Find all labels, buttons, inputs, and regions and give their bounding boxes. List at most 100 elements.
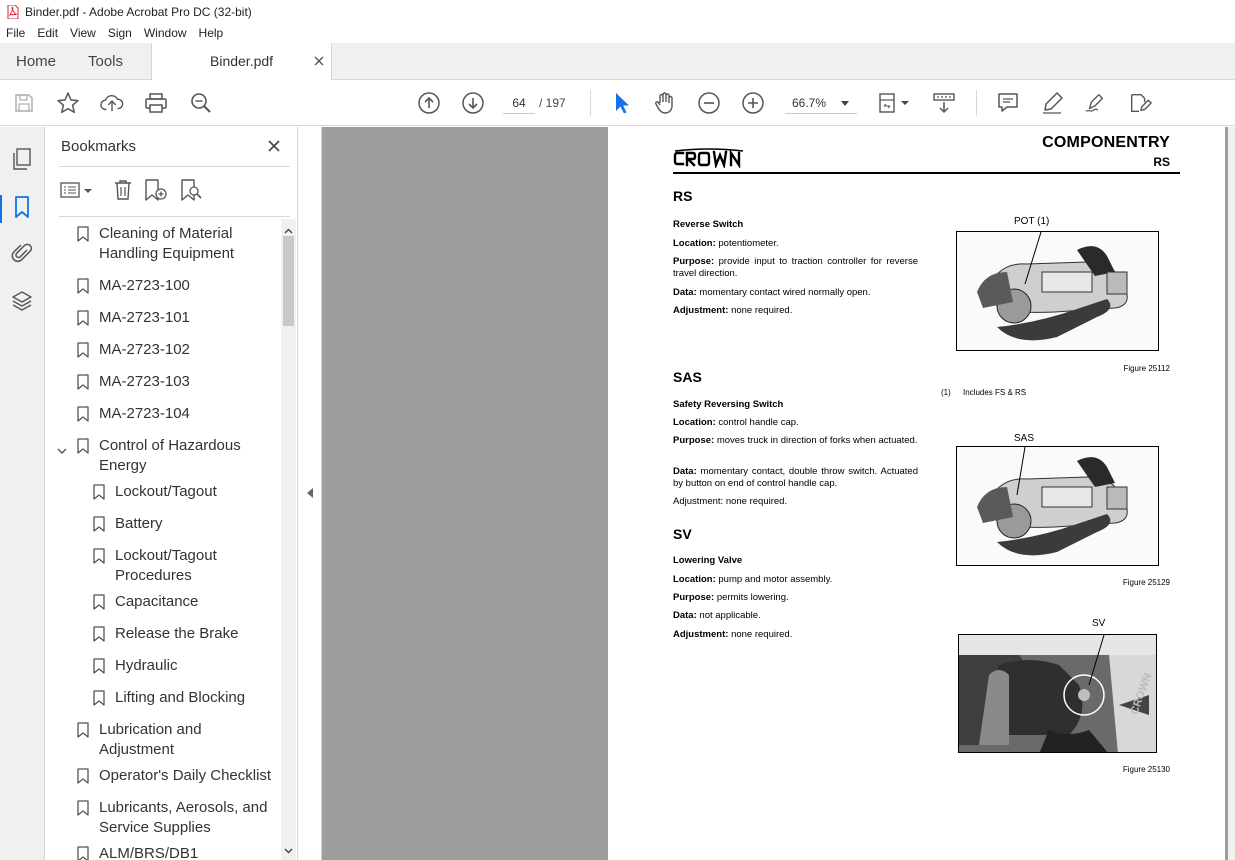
close-tab-icon[interactable] (313, 54, 325, 66)
find-zoom-icon[interactable] (189, 92, 213, 114)
divider (59, 216, 290, 217)
find-bookmark-icon[interactable] (179, 177, 205, 203)
divider (59, 166, 290, 167)
bookmark-item[interactable]: Capacitance (93, 592, 269, 612)
bookmark-item[interactable]: Release the Brake (93, 624, 269, 644)
bookmark-label: Lockout/Tagout (115, 483, 217, 500)
sas-adjustment-value: none required. (725, 496, 788, 507)
menu-help[interactable]: Help (193, 23, 230, 43)
layers-icon[interactable] (10, 289, 34, 313)
rs-adjustment: Adjustment: none required. (673, 305, 918, 317)
bookmark-item[interactable]: Cleaning of Material Handling Equipment (77, 224, 272, 264)
page-number-input[interactable]: 64 (503, 92, 535, 114)
acrobat-pdf-icon (7, 4, 19, 19)
bookmark-icon (93, 690, 105, 706)
figure-25130-photo: CROWN (958, 634, 1157, 753)
page-fit-icon[interactable] (877, 92, 913, 114)
bookmark-item[interactable]: Lubrication and Adjustment (77, 720, 272, 760)
highlight-pen-icon[interactable] (1040, 92, 1064, 114)
bookmark-item[interactable]: Control of Hazardous Energy (57, 436, 272, 476)
tab-tools[interactable]: Tools (88, 43, 123, 80)
bookmark-item[interactable]: MA-2723-104 (77, 404, 272, 424)
bookmark-star-icon[interactable] (56, 92, 80, 114)
page-total-label: / 197 (539, 96, 566, 110)
bookmarks-panel-icon[interactable] (10, 195, 34, 219)
bookmark-item[interactable]: MA-2723-100 (77, 276, 272, 296)
bookmark-item[interactable]: Operator's Daily Checklist (77, 766, 272, 786)
bookmark-item[interactable]: ALM/BRS/DB1 (77, 844, 272, 860)
zoom-level-select[interactable]: 66.7% (785, 92, 857, 114)
zoom-in-icon[interactable] (741, 92, 765, 114)
sv-purpose-value: permits lowering. (716, 592, 789, 603)
bookmark-item[interactable]: Lockout/Tagout Procedures (93, 546, 269, 586)
chevron-down-icon[interactable] (57, 442, 67, 454)
scroll-down-icon[interactable] (284, 842, 293, 854)
delete-bookmark-icon[interactable] (110, 177, 136, 203)
label-data: Data: (673, 610, 697, 621)
bookmark-item[interactable]: MA-2723-102 (77, 340, 272, 360)
menu-edit[interactable]: Edit (31, 23, 64, 43)
bookmark-item[interactable]: Lubricants, Aerosols, and Service Suppli… (77, 798, 272, 838)
figure-callout-pot: POT (1) (1014, 216, 1050, 227)
menu-sign[interactable]: Sign (102, 23, 138, 43)
section-title-sv: Lowering Valve (673, 555, 743, 566)
next-page-icon[interactable] (461, 92, 485, 114)
save-icon[interactable] (12, 92, 36, 114)
zoom-out-icon[interactable] (697, 92, 721, 114)
document-canvas[interactable]: COMPONENTRY RS RS Reverse Switch Locatio… (322, 127, 1235, 860)
close-panel-icon[interactable] (267, 139, 281, 153)
bookmark-item[interactable]: Battery (93, 514, 269, 534)
toolbar-divider (976, 90, 977, 116)
bookmark-item[interactable]: MA-2723-103 (77, 372, 272, 392)
print-icon[interactable] (144, 92, 168, 114)
comment-icon[interactable] (996, 92, 1020, 114)
sign-pen-icon[interactable] (1084, 92, 1108, 114)
previous-page-icon[interactable] (417, 92, 441, 114)
menu-window[interactable]: Window (138, 23, 193, 43)
bookmark-icon (77, 278, 89, 294)
tab-home[interactable]: Home (16, 43, 56, 80)
menu-view[interactable]: View (64, 23, 102, 43)
sv-adjustment: Adjustment: none required. (673, 629, 918, 641)
label-adjustment: Adjustment: (673, 629, 729, 640)
footnote-number: (1) (941, 388, 951, 397)
bookmark-label: Lubricants, Aerosols, and Service Suppli… (99, 799, 268, 836)
bookmark-item[interactable]: Lockout/Tagout (93, 482, 269, 502)
active-panel-indicator (0, 195, 2, 223)
rs-location-value: potentiometer. (718, 238, 779, 249)
section-heading-sv: SV (673, 526, 692, 542)
bookmarks-scrollbar[interactable] (281, 219, 296, 860)
page-thumbnails-icon[interactable] (10, 147, 34, 171)
scroll-mode-icon[interactable] (932, 92, 956, 114)
menu-file[interactable]: File (0, 23, 31, 43)
panel-collapse-strip[interactable] (298, 127, 322, 860)
new-bookmark-icon[interactable] (143, 177, 169, 203)
figure-callout-sv: SV (1092, 618, 1106, 629)
pdf-page: COMPONENTRY RS RS Reverse Switch Locatio… (608, 127, 1225, 860)
bookmark-item[interactable]: MA-2723-101 (77, 308, 272, 328)
attachments-icon[interactable] (10, 241, 34, 265)
crown-logo (673, 148, 744, 168)
label-adjustment: Adjustment: (673, 496, 724, 507)
tab-document[interactable]: Binder.pdf (151, 43, 332, 81)
bookmark-item[interactable]: Hydraulic (93, 656, 269, 676)
bookmark-icon (93, 548, 105, 564)
bookmark-item[interactable]: Lifting and Blocking (93, 688, 269, 708)
cloud-upload-icon[interactable] (100, 92, 124, 114)
hand-tool-icon[interactable] (653, 92, 677, 114)
tab-bar: Home Tools Binder.pdf (0, 43, 1235, 81)
document-scrollbar[interactable] (1228, 127, 1235, 860)
sas-location-value: control handle cap. (718, 417, 799, 428)
select-cursor-icon[interactable] (609, 92, 633, 114)
edit-pdf-icon[interactable] (1128, 92, 1152, 114)
section-title-sas: Safety Reversing Switch (673, 399, 784, 410)
bookmark-label: Cleaning of Material Handling Equipment (99, 225, 235, 262)
sas-data: Data: momentary contact, double throw sw… (673, 466, 918, 489)
rs-adjustment-value: none required. (731, 305, 793, 316)
scroll-up-icon[interactable] (284, 223, 293, 234)
label-purpose: Purpose: (673, 592, 715, 603)
scrollbar-thumb[interactable] (283, 236, 294, 326)
bookmark-icon (93, 626, 105, 642)
bookmark-options-icon[interactable] (59, 177, 95, 203)
collapse-panel-icon[interactable] (307, 488, 313, 498)
